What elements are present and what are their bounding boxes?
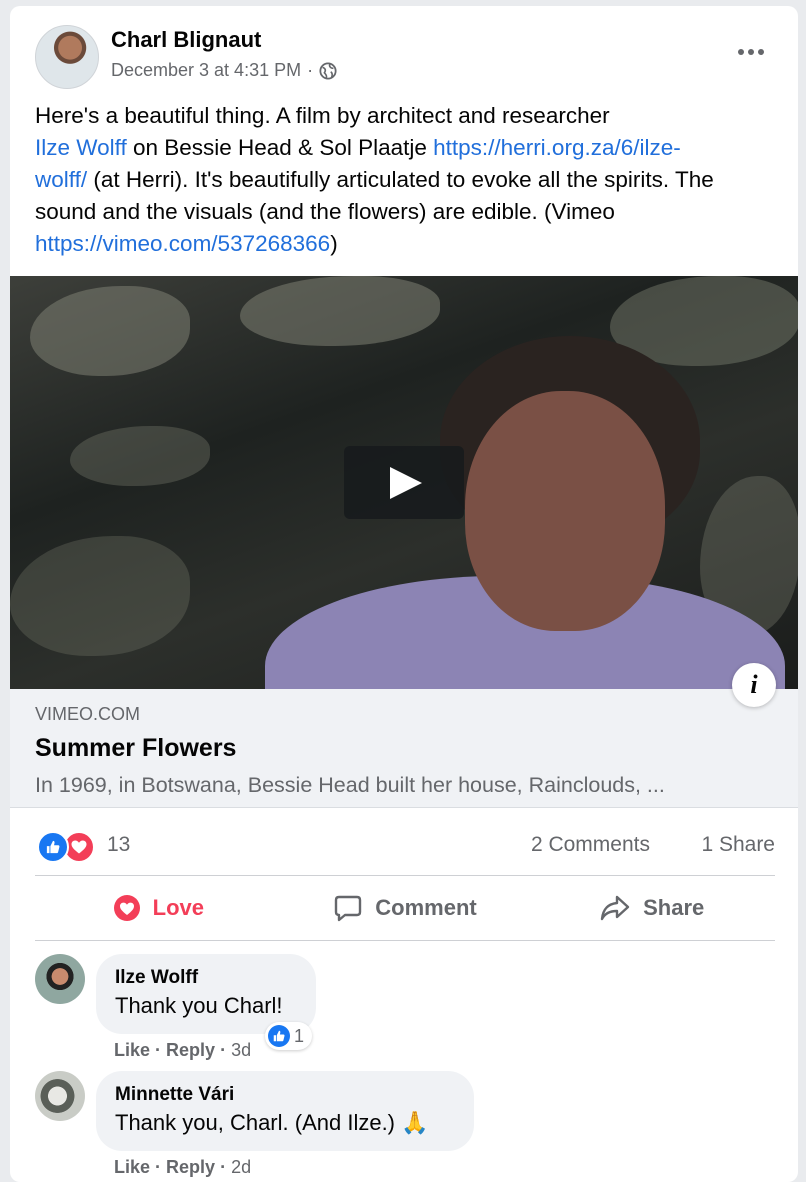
comments-count[interactable]: 2 Comments [531,833,650,857]
share-button[interactable]: Share [528,878,775,938]
link-title[interactable]: Summer Flowers [35,734,236,763]
love-button[interactable]: Love [35,878,282,938]
post-text-part: ) [330,231,338,256]
comment-actions: Like · Reply · 3d [114,1040,252,1060]
post-text-part: Here's a beautiful thing. A film by arch… [35,103,610,128]
comment-time[interactable]: 3d [231,1040,251,1060]
divider [35,940,775,941]
commenter-name[interactable]: Ilze Wolff [115,965,298,991]
comment-text: Thank you Charl! [115,993,283,1018]
share-icon [600,895,630,921]
shares-count[interactable]: 1 Share [701,833,775,857]
post-text-part: (at Herri). It's beautifully articulated… [35,167,714,224]
author-name[interactable]: Charl Blignaut [111,27,261,53]
comment-actions: Like · Reply · 2d [114,1157,252,1177]
link-domain: VIMEO.COM [35,704,141,724]
comment-button[interactable]: Comment [282,878,529,938]
like-reaction-icon [37,831,69,863]
comment-reaction[interactable]: 1 [265,1022,313,1050]
share-label: Share [643,895,705,920]
vimeo-link[interactable]: https://vimeo.com/537268366 [35,231,330,256]
dot-icon [738,49,744,55]
mention-link[interactable]: Ilze Wolff [35,135,127,160]
leaf-shape [240,276,440,346]
commenter-avatar[interactable] [35,954,85,1004]
herri-link-cont[interactable]: wolff/ [35,167,87,192]
meta-separator: · [307,60,314,80]
comment-reply-button[interactable]: Reply [166,1157,215,1177]
leaf-shape [30,286,190,376]
comment-item: Ilze Wolff Thank you Charl! 1 Like · Rep… [35,954,775,1064]
comment-reply-button[interactable]: Reply [166,1040,215,1060]
comment-like-button[interactable]: Like [114,1040,150,1060]
info-button[interactable]: i [732,663,776,707]
post-header: Charl Blignaut December 3 at 4:31 PM · [10,6,798,96]
commenter-name[interactable]: Minnette Vári [115,1082,456,1108]
commenter-avatar[interactable] [35,1071,85,1121]
comment-label: Comment [375,895,477,920]
post-date[interactable]: December 3 at 4:31 PM [111,60,301,81]
action-bar: Love Comment Share [35,878,775,938]
post-card: Charl Blignaut December 3 at 4:31 PM · H… [10,6,798,1182]
dot-icon [748,49,754,55]
post-text: Here's a beautiful thing. A film by arch… [35,100,775,260]
video-thumbnail[interactable] [10,276,798,689]
herri-link[interactable]: https://herri.org.za/6/ilze- [433,135,681,160]
comment-text: Thank you, Charl. (And Ilze.) 🙏 [115,1110,429,1135]
post-text-part: on Bessie Head & Sol Plaatje [126,135,434,160]
post-meta: December 3 at 4:31 PM · [111,60,337,81]
reaction-count[interactable]: 13 [107,833,130,857]
reaction-icons[interactable] [37,831,97,863]
comment-icon [335,895,362,922]
link-preview[interactable]: VIMEO.COM Summer Flowers In 1969, in Bot… [10,689,798,808]
like-reaction-icon [268,1025,290,1047]
comment-time[interactable]: 2d [231,1157,251,1177]
dot-icon [758,49,764,55]
link-description: In 1969, in Botswana, Bessie Head built … [35,773,665,797]
play-button[interactable] [344,446,464,519]
globe-icon [319,61,337,80]
leaf-shape [70,426,210,486]
heart-icon [113,895,140,921]
comment-reaction-count: 1 [294,1025,305,1046]
more-options-button[interactable] [734,42,768,62]
reactions-summary: 13 2 Comments 1 Share [35,823,775,863]
author-avatar[interactable] [35,25,99,89]
love-label: Love [152,895,205,920]
comment-item: Minnette Vári Thank you, Charl. (And Ilz… [35,1071,775,1181]
comment-like-button[interactable]: Like [114,1157,150,1177]
leaf-shape [10,536,190,656]
person-face [465,391,665,631]
comment-bubble: Minnette Vári Thank you, Charl. (And Ilz… [96,1071,474,1151]
divider [35,875,775,876]
